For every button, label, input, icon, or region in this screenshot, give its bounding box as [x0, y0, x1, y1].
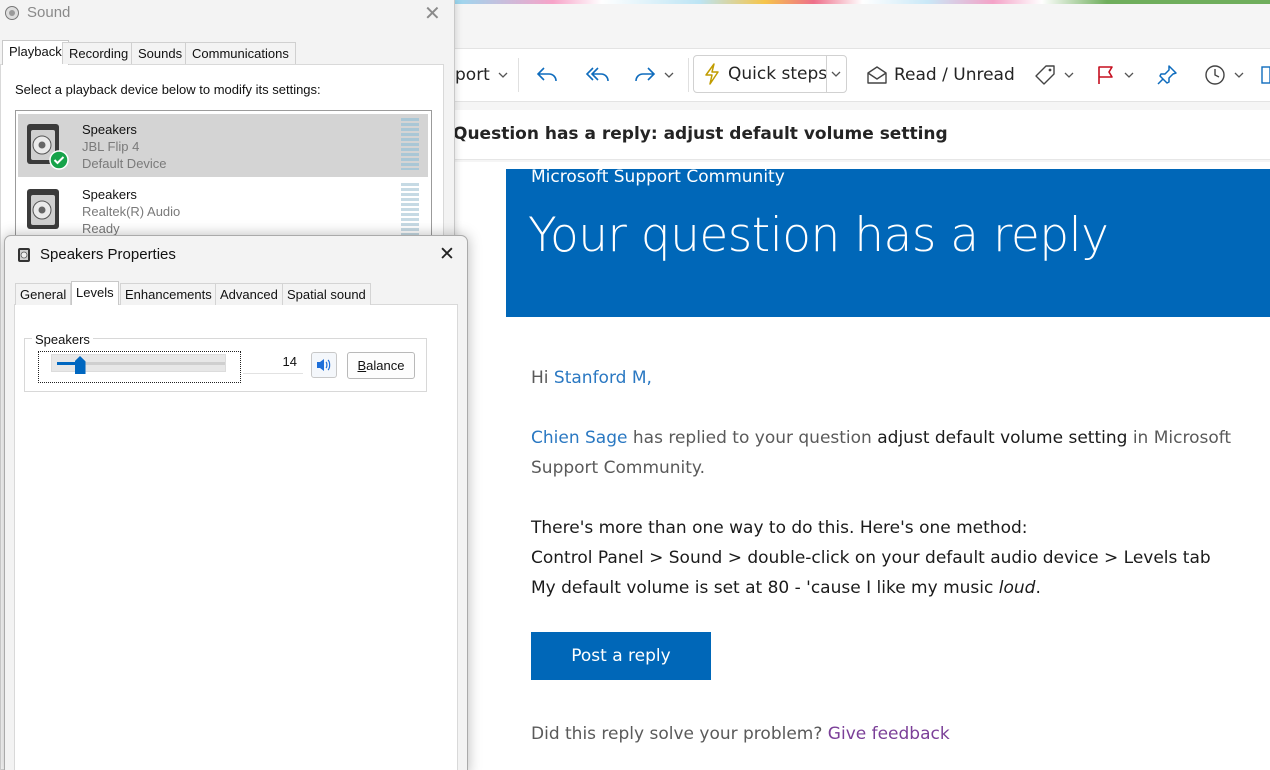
speaker-icon [18, 248, 30, 262]
lightning-icon [705, 63, 719, 85]
reply-icon [536, 67, 557, 82]
brand-name: Microsoft Support Community [531, 167, 785, 187]
snooze-button[interactable] [1204, 62, 1244, 88]
device-description: Realtek(R) Audio [82, 204, 181, 219]
reply-notice: Chien Sage has replied to your question … [531, 423, 1231, 453]
speaker-icon [27, 189, 59, 229]
ribbon-divider [518, 58, 519, 92]
device-status: Ready [82, 221, 120, 236]
body-punct: . [1035, 578, 1041, 598]
flag-button[interactable] [1096, 62, 1134, 88]
reply-notice-continued: Support Community. [531, 458, 705, 478]
speaker-icon [27, 124, 69, 170]
reply-body-line: My default volume is set at 80 - 'cause … [531, 573, 1041, 603]
quick-steps-button[interactable]: Quick steps [693, 55, 847, 93]
close-icon[interactable]: ✕ [439, 243, 455, 265]
balance-button[interactable]: Balance [347, 352, 415, 379]
email-headline: Your question has a reply [528, 208, 1109, 263]
replied-text: has replied to your question [627, 428, 878, 448]
chevron-down-icon [831, 71, 841, 77]
chevron-down-icon [1234, 72, 1244, 78]
device-description: JBL Flip 4 [82, 139, 140, 154]
tag-icon [1035, 65, 1055, 85]
split-divider [826, 56, 827, 92]
envelope-open-icon [867, 66, 887, 84]
greeting: Hi Stanford M, [531, 363, 652, 393]
volume-level-value[interactable]: 14 [243, 352, 303, 374]
speaker-volume-icon [317, 359, 331, 371]
pin-button[interactable] [1156, 62, 1178, 88]
device-name: Speakers [82, 187, 137, 202]
read-unread-button[interactable]: Read / Unread [866, 62, 1015, 88]
overflow-button[interactable] [1260, 62, 1270, 88]
quick-steps-label: Quick steps [728, 64, 828, 84]
tab-communications[interactable]: Communications [185, 42, 296, 64]
categorize-button[interactable] [1034, 62, 1074, 88]
feedback-question: Did this reply solve your problem? [531, 724, 828, 744]
feedback-line: Did this reply solve your problem? Give … [531, 719, 950, 749]
dialog-title: Speakers Properties [40, 246, 176, 263]
reply-body-line: There's more than one way to do this. He… [531, 518, 1028, 538]
reply-body-line: Control Panel > Sound > double-click on … [531, 548, 1211, 568]
question-title-link[interactable]: adjust default volume setting [877, 428, 1127, 448]
device-list[interactable]: Speakers JBL Flip 4 Default Device Speak… [15, 110, 432, 240]
report-button[interactable]: port [455, 62, 508, 88]
greeting-prefix: Hi [531, 368, 554, 388]
report-label: port [455, 65, 490, 85]
reply-all-button[interactable] [585, 62, 611, 88]
replied-suffix: in Microsoft [1127, 428, 1232, 448]
device-item[interactable]: Speakers Realtek(R) Audio Ready [18, 179, 428, 242]
body-text: My default volume is set at 80 - 'cause … [531, 578, 999, 598]
chevron-down-icon [498, 72, 508, 78]
tab-advanced[interactable]: Advanced [215, 283, 283, 305]
speakers-properties-dialog: Speakers Properties ✕ General Levels Enh… [4, 235, 468, 770]
balance-label: Balance [357, 358, 405, 373]
read-unread-label: Read / Unread [894, 65, 1015, 85]
tab-spatial-sound[interactable]: Spatial sound [282, 283, 371, 305]
emphasis-text: loud [998, 578, 1036, 598]
window-title: Sound [27, 4, 71, 21]
device-name: Speakers [82, 122, 137, 137]
level-meter [401, 118, 419, 170]
more-icon [1261, 66, 1270, 84]
tab-levels[interactable]: Levels [71, 281, 119, 305]
tab-recording[interactable]: Recording [62, 42, 136, 64]
post-reply-button[interactable]: Post a reply [531, 632, 711, 680]
instruction-text: Select a playback device below to modify… [15, 82, 321, 97]
pin-icon [1157, 65, 1177, 85]
ribbon-divider [688, 58, 689, 92]
forward-icon [635, 67, 656, 82]
chevron-down-icon [1064, 72, 1074, 78]
replier-link[interactable]: Chien Sage [531, 428, 627, 448]
device-status: Default Device [82, 156, 167, 171]
mute-toggle-button[interactable] [311, 352, 337, 378]
close-icon[interactable]: ✕ [424, 3, 441, 23]
tab-general[interactable]: General [15, 283, 72, 305]
chevron-down-icon [664, 72, 674, 78]
level-meter [401, 183, 419, 235]
flag-icon [1098, 66, 1113, 84]
recipient-link[interactable]: Stanford M, [554, 368, 652, 388]
tab-enhancements[interactable]: Enhancements [120, 283, 217, 305]
give-feedback-link[interactable]: Give feedback [828, 724, 950, 744]
device-item[interactable]: Speakers JBL Flip 4 Default Device [18, 114, 428, 177]
clock-icon [1205, 65, 1225, 85]
email-subject: Question has a reply: adjust default vol… [453, 124, 948, 144]
tab-sounds[interactable]: Sounds [131, 42, 190, 64]
speaker-app-icon [5, 6, 19, 20]
tab-playback[interactable]: Playback [2, 40, 69, 65]
reply-all-icon [585, 67, 609, 82]
reply-button[interactable] [536, 62, 558, 88]
level-group-label: Speakers [32, 332, 93, 347]
chevron-down-icon [1124, 72, 1134, 78]
forward-button[interactable] [634, 62, 674, 88]
ribbon-toolbar [455, 48, 1270, 102]
